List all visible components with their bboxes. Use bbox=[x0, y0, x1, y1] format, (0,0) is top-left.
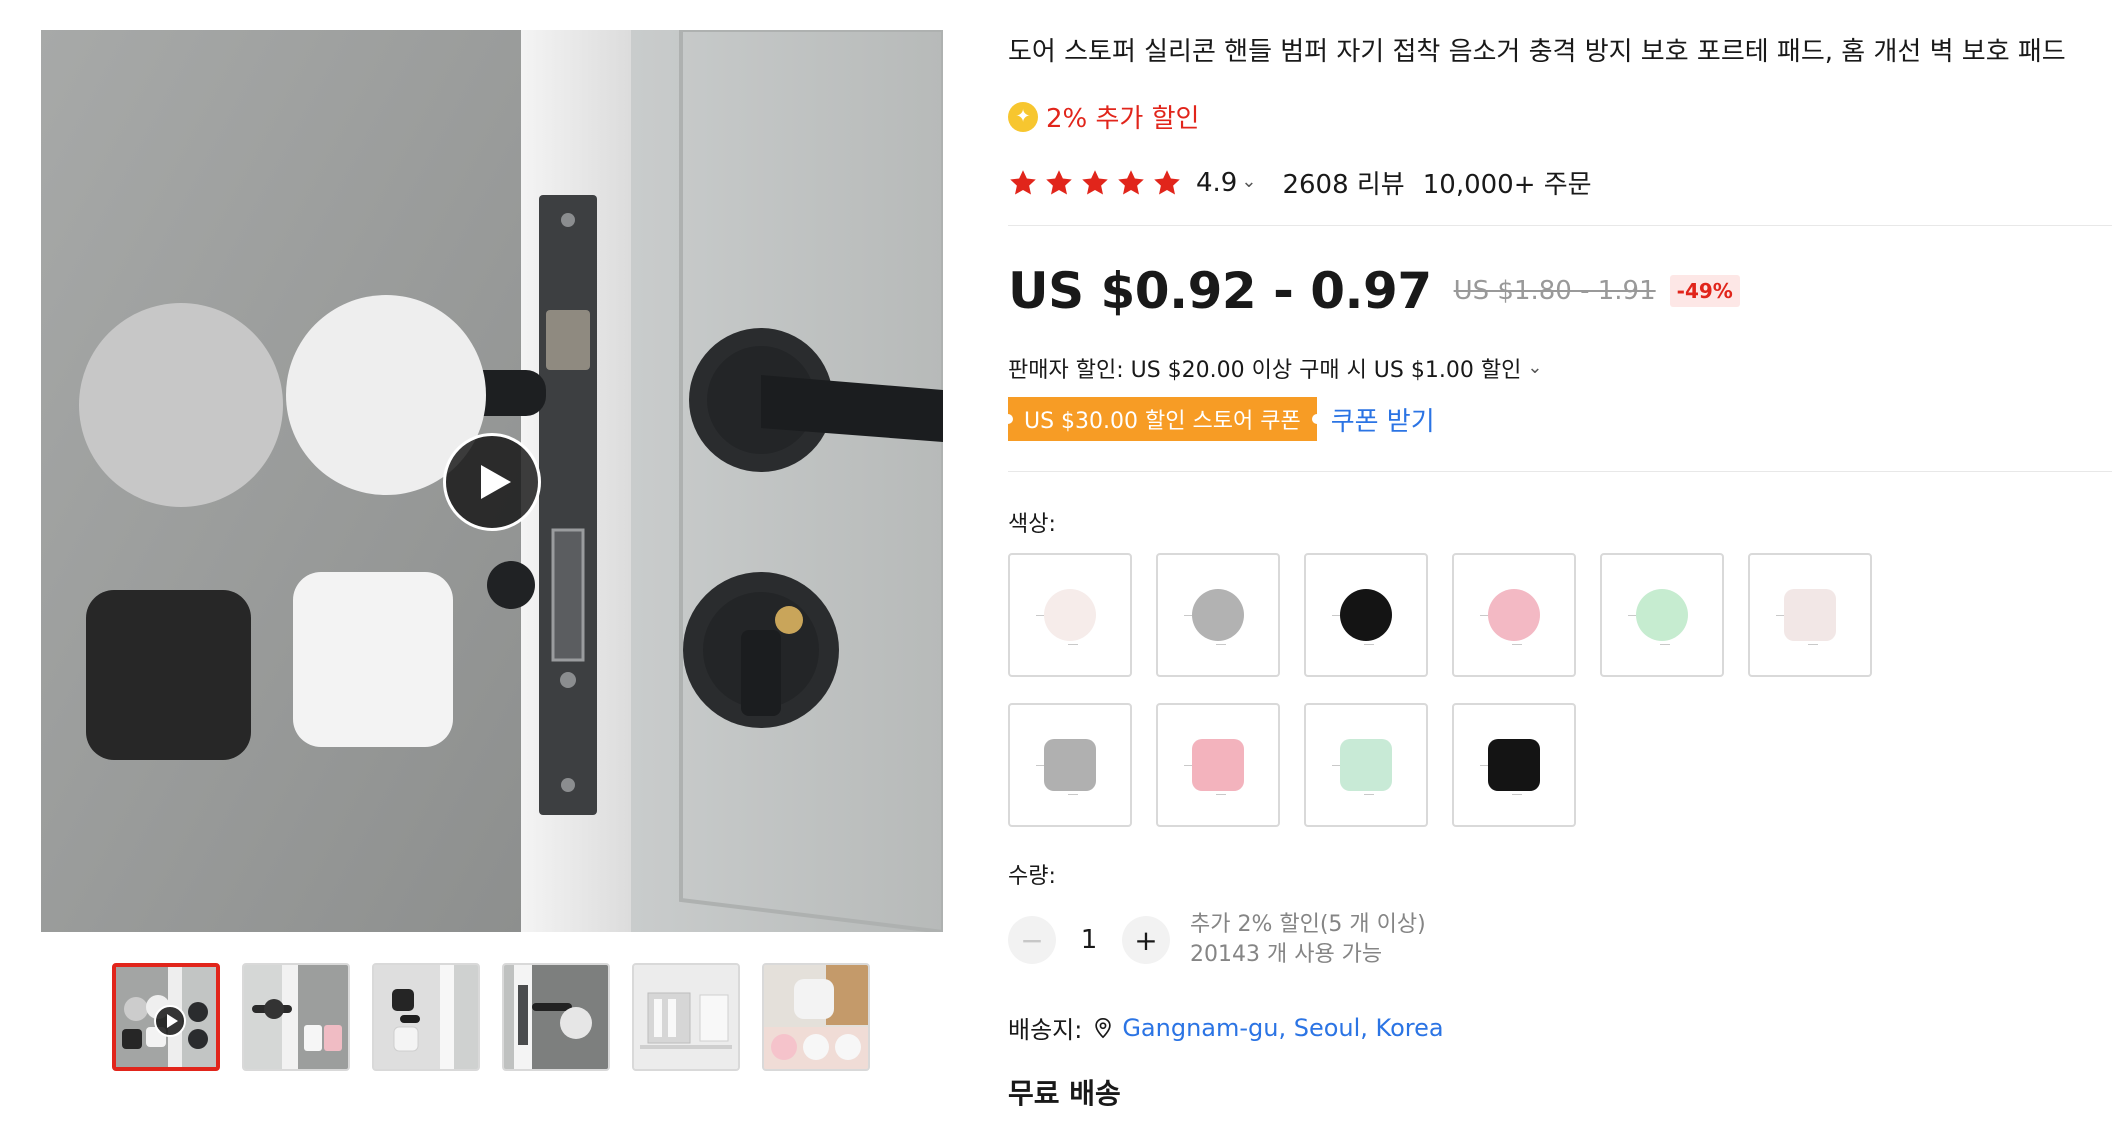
quantity-stepper: − 1 + 추가 2% 할인(5 개 이상) 20143 개 사용 가능 bbox=[1008, 910, 1426, 970]
star-rating bbox=[1008, 168, 1182, 198]
extra-discount-text: 2% 추가 할인 bbox=[1046, 104, 1200, 134]
dimension-mark bbox=[1480, 615, 1488, 616]
dimension-mark bbox=[1808, 644, 1818, 645]
color-swatch-circle bbox=[1636, 589, 1688, 641]
color-option-2[interactable] bbox=[1156, 553, 1280, 677]
coupon-row: US $30.00 할인 스토어 쿠폰 쿠폰 받기 bbox=[1003, 397, 1435, 441]
current-price: US $0.92 - 0.97 bbox=[1008, 262, 1432, 320]
price-row: US $0.92 - 0.97 US $1.80 - 1.91 -49% bbox=[1008, 262, 1740, 320]
color-swatch-square bbox=[1192, 739, 1244, 791]
quantity-label: 수량: bbox=[1008, 864, 1056, 889]
thumbnail-image bbox=[374, 965, 478, 1069]
chevron-down-icon[interactable]: ⌄ bbox=[1527, 357, 1542, 378]
color-option-5[interactable] bbox=[1600, 553, 1724, 677]
coin-icon: ✦ bbox=[1008, 101, 1038, 132]
dimension-mark bbox=[1660, 644, 1670, 645]
play-video-button[interactable] bbox=[443, 433, 541, 531]
dimension-mark bbox=[1068, 644, 1078, 645]
thumbnail-1[interactable] bbox=[112, 963, 220, 1071]
color-swatch-circle bbox=[1340, 589, 1392, 641]
chevron-down-icon[interactable]: ⌄ bbox=[1241, 171, 1256, 192]
dimension-mark bbox=[1512, 644, 1522, 645]
decrease-quantity-button[interactable]: − bbox=[1008, 916, 1056, 964]
dimension-mark bbox=[1364, 644, 1374, 645]
color-label: 색상: bbox=[1008, 512, 1056, 537]
dimension-mark bbox=[1184, 765, 1192, 766]
star-icon bbox=[1154, 169, 1180, 194]
get-coupon-link[interactable]: 쿠폰 받기 bbox=[1331, 401, 1435, 438]
thumbnail-image bbox=[764, 965, 868, 1069]
seller-discount[interactable]: 판매자 할인: US $20.00 이상 구매 시 US $1.00 할인 ⌄ bbox=[1008, 352, 1542, 384]
color-swatch-circle bbox=[1488, 589, 1540, 641]
location-pin-icon bbox=[1095, 1017, 1112, 1038]
extra-discount-badge: ✦ 2% 추가 할인 bbox=[1008, 98, 1199, 135]
rating-row: 4.9 ⌄ 2608 리뷰 10,000+ 주문 bbox=[1008, 164, 1592, 201]
color-option-7[interactable] bbox=[1008, 703, 1132, 827]
store-coupon[interactable]: US $30.00 할인 스토어 쿠폰 bbox=[1003, 397, 1322, 441]
bulk-discount-note: 추가 2% 할인(5 개 이상) bbox=[1190, 912, 1426, 937]
color-option-10[interactable] bbox=[1452, 703, 1576, 827]
main-product-image[interactable] bbox=[41, 30, 943, 932]
orders-count: 10,000+ 주문 bbox=[1422, 170, 1592, 200]
reviews-count[interactable]: 2608 리뷰 bbox=[1282, 164, 1404, 201]
stock-available-note: 20143 개 사용 가능 bbox=[1190, 942, 1383, 967]
play-icon bbox=[481, 465, 511, 499]
original-price: US $1.80 - 1.91 bbox=[1453, 276, 1656, 306]
color-swatch-square bbox=[1488, 739, 1540, 791]
color-option-8[interactable] bbox=[1156, 703, 1280, 827]
dimension-mark bbox=[1332, 615, 1340, 616]
increase-quantity-button[interactable]: + bbox=[1122, 916, 1170, 964]
thumbnail-5[interactable] bbox=[632, 963, 740, 1071]
thumbnail-strip bbox=[112, 963, 870, 1071]
color-swatch-circle bbox=[1044, 589, 1096, 641]
color-swatch-circle bbox=[1192, 589, 1244, 641]
quantity-value[interactable]: 1 bbox=[1056, 925, 1122, 955]
star-icon bbox=[1118, 169, 1144, 194]
dimension-mark bbox=[1332, 765, 1340, 766]
product-title: 도어 스토퍼 실리콘 핸들 범퍼 자기 접착 음소거 충격 방지 보호 포르테 … bbox=[1008, 37, 2066, 67]
play-icon bbox=[154, 1005, 186, 1037]
discount-badge: -49% bbox=[1669, 275, 1740, 307]
dimension-mark bbox=[1068, 794, 1078, 795]
thumbnail-2[interactable] bbox=[242, 963, 350, 1071]
color-option-3[interactable] bbox=[1304, 553, 1428, 677]
dimension-mark bbox=[1628, 615, 1636, 616]
color-option-9[interactable] bbox=[1304, 703, 1428, 827]
dimension-mark bbox=[1216, 644, 1226, 645]
seller-discount-text: 판매자 할인: US $20.00 이상 구매 시 US $1.00 할인 bbox=[1008, 358, 1522, 383]
divider bbox=[1008, 471, 2112, 472]
dimension-mark bbox=[1184, 615, 1192, 616]
shipping-location-link[interactable]: Gangnam-gu, Seoul, Korea bbox=[1122, 1014, 1443, 1042]
dimension-mark bbox=[1364, 794, 1374, 795]
color-swatch-square bbox=[1784, 589, 1836, 641]
shipping-label: 배송지: bbox=[1008, 1016, 1083, 1044]
divider bbox=[1008, 225, 2112, 226]
thumbnail-6[interactable] bbox=[762, 963, 870, 1071]
color-swatch-square bbox=[1340, 739, 1392, 791]
color-option-1[interactable] bbox=[1008, 553, 1132, 677]
thumbnail-4[interactable] bbox=[502, 963, 610, 1071]
star-icon bbox=[1082, 169, 1108, 194]
color-swatch-square bbox=[1044, 739, 1096, 791]
dimension-mark bbox=[1480, 765, 1488, 766]
thumbnail-image bbox=[504, 965, 608, 1069]
star-icon bbox=[1046, 169, 1072, 194]
rating-value[interactable]: 4.9 bbox=[1196, 168, 1237, 198]
dimension-mark bbox=[1036, 765, 1044, 766]
shipping-destination: 배송지: Gangnam-gu, Seoul, Korea bbox=[1008, 1010, 1444, 1045]
dimension-mark bbox=[1512, 794, 1522, 795]
color-option-6[interactable] bbox=[1748, 553, 1872, 677]
free-shipping-label: 무료 배송 bbox=[1008, 1077, 1121, 1110]
thumbnail-image bbox=[244, 965, 348, 1069]
dimension-mark bbox=[1036, 615, 1044, 616]
star-icon bbox=[1010, 169, 1036, 194]
color-option-4[interactable] bbox=[1452, 553, 1576, 677]
thumbnail-3[interactable] bbox=[372, 963, 480, 1071]
color-options bbox=[1008, 553, 2008, 827]
thumbnail-image bbox=[634, 965, 738, 1069]
dimension-mark bbox=[1216, 794, 1226, 795]
dimension-mark bbox=[1776, 615, 1784, 616]
quantity-notes: 추가 2% 할인(5 개 이상) 20143 개 사용 가능 bbox=[1190, 910, 1426, 970]
